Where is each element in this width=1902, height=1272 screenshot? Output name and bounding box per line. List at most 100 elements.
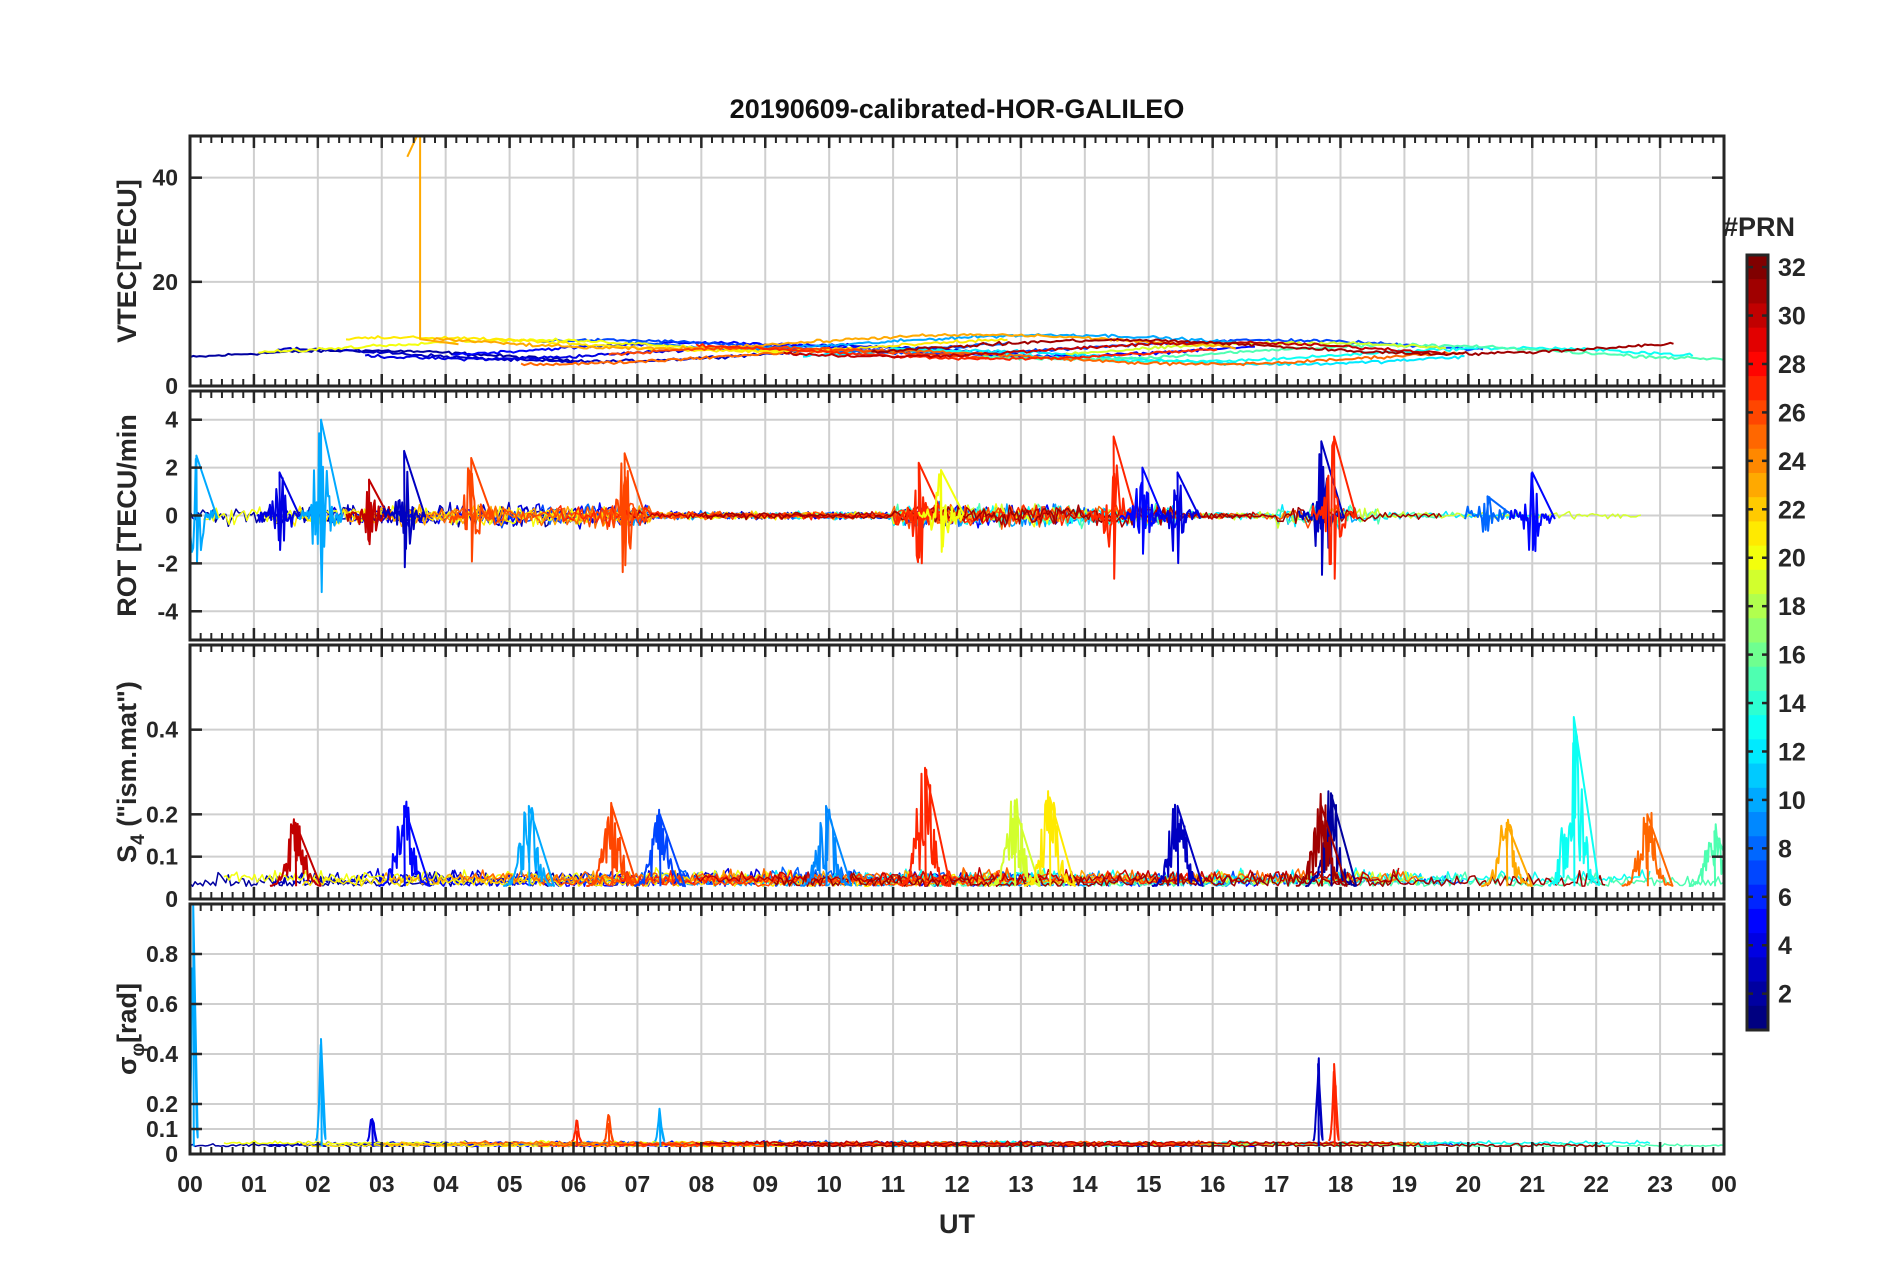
y-axis-label-s4: S4 ("ism.mat") [112, 681, 149, 863]
colorbar-swatch [1747, 521, 1768, 547]
y-axis-label-rot: ROT [TECU/min [112, 414, 142, 617]
y-tick-label-vtec: 40 [152, 165, 178, 191]
x-tick-label: 05 [497, 1171, 523, 1197]
colorbar-tick-label: 12 [1778, 738, 1806, 766]
x-tick-label: 18 [1328, 1171, 1354, 1197]
y-tick-label-vtec: 20 [152, 269, 178, 295]
panel-s4: 0 0.1 0.2 0.4S4 ("ism.mat") [112, 643, 1726, 912]
y-axis-label-main: σ [112, 1057, 142, 1075]
x-tick-label: 19 [1392, 1171, 1418, 1197]
colorbar-swatch [1747, 715, 1768, 740]
x-tick-label: 04 [433, 1171, 459, 1197]
rot-event-2 [297, 418, 344, 594]
colorbar-swatch [1747, 569, 1768, 595]
vtec-spike [406, 136, 459, 346]
y-axis-label-main: VTEC[TECU] [112, 179, 142, 343]
panel-vtec: 0 20 40 VTEC[TECU] [112, 134, 1726, 399]
colorbar-swatch [1747, 957, 1768, 983]
y-tick-label-sigphi: 0.6 [146, 991, 178, 1017]
x-tick-label: 01 [241, 1171, 267, 1197]
y-tick-label-sigphi: 0.2 [146, 1091, 178, 1117]
series-s4 [190, 716, 1724, 888]
x-tick-label: 06 [561, 1171, 587, 1197]
colorbar-tick-label: 14 [1778, 690, 1806, 718]
y-tick-label-rot: 4 [165, 407, 178, 433]
x-tick-label: 21 [1519, 1171, 1545, 1197]
sigphi-event-7 [1328, 1063, 1340, 1147]
x-tick-label: 00 [177, 1171, 203, 1197]
x-tick-label: 02 [305, 1171, 331, 1197]
x-axis-label: UT [939, 1209, 975, 1239]
rot-event-11 [1154, 471, 1201, 565]
sigphi-event-5 [653, 1107, 666, 1147]
rot-event-14 [1464, 495, 1511, 533]
colorbar-tick-label: 16 [1778, 642, 1806, 670]
x-tick-label: 11 [881, 1171, 906, 1197]
y-axis-label-subscript: 4 [128, 834, 149, 845]
y-tick-label-s4: 0 [165, 886, 178, 912]
y-tick-label-s4: 0.2 [146, 801, 178, 827]
colorbar-tick-label: 22 [1778, 496, 1806, 524]
y-tick-label-vtec: 0 [165, 373, 178, 399]
y-tick-label-sigphi: 0.4 [146, 1041, 178, 1067]
colorbar-swatch [1747, 860, 1768, 886]
colorbar-swatch [1747, 1005, 1768, 1031]
x-tick-label: 07 [625, 1171, 651, 1197]
colorbar-label: #PRN [1723, 212, 1795, 242]
colorbar-tick-label: 28 [1778, 351, 1806, 379]
s4-event-13 [1547, 716, 1600, 887]
x-tick-label: 00 [1711, 1171, 1737, 1197]
y-axis-label-sigphi: σφ[rad] [112, 983, 149, 1075]
x-tick-label: 14 [1072, 1171, 1098, 1197]
x-tick-label: 10 [816, 1171, 842, 1197]
colorbar-swatch [1747, 279, 1768, 305]
panel-sigphi: 00.10.2 0.4 0.6 0.8 σφ[rad] [112, 902, 1726, 1167]
rot-event-15 [1508, 471, 1556, 553]
grid-s4 [190, 645, 1724, 899]
series-rot [190, 418, 1642, 594]
colorbar-swatch [1747, 763, 1768, 789]
y-axis-label-vtec: VTEC[TECU] [112, 179, 142, 343]
x-tick-label: 15 [1136, 1171, 1162, 1197]
s4-event-12 [1481, 818, 1533, 888]
y-tick-label-rot: 0 [165, 503, 178, 529]
chart-title: 20190609-calibrated-HOR-GALILEO [730, 94, 1185, 124]
colorbar-tick-label: 18 [1778, 593, 1806, 621]
series-sigphi [190, 904, 1724, 1148]
colorbar-tick-label: 32 [1778, 254, 1806, 282]
y-tick-label-rot: -4 [158, 598, 179, 624]
rot-event-0 [190, 454, 219, 565]
s4-event-14 [1621, 811, 1674, 887]
y-tick-label-rot: -2 [158, 550, 178, 576]
y-axis-label-subscript: φ [128, 1043, 149, 1057]
colorbar-tick-label: 2 [1778, 981, 1792, 1009]
colorbar-tick-label: 20 [1778, 545, 1806, 573]
colorbar-swatch [1747, 618, 1768, 644]
x-tick-label: 09 [752, 1171, 778, 1197]
panel-rot: -4 -2 0 2 4 ROT [TECU/min [112, 389, 1726, 642]
y-tick-label-s4: 0.4 [146, 717, 178, 743]
colorbar-tick-label: 24 [1778, 448, 1806, 476]
colorbar-tick-label: 4 [1778, 932, 1792, 960]
colorbar-swatch [1747, 666, 1768, 692]
x-tick-label: 03 [369, 1171, 395, 1197]
colorbar-tick-label: 8 [1778, 835, 1792, 863]
x-tick-label: 20 [1456, 1171, 1482, 1197]
x-tick-label: 23 [1647, 1171, 1673, 1197]
y-tick-label-sigphi: 0.1 [146, 1116, 178, 1142]
y-axis-label-rest: ("ism.mat") [112, 681, 142, 834]
sigphi-event-6 [1312, 1057, 1324, 1147]
y-axis-label-main: ROT [TECU/min [112, 414, 142, 617]
colorbar-tick-label: 26 [1778, 399, 1806, 427]
colorbar-swatch [1747, 376, 1768, 401]
y-tick-label-s4: 0.1 [146, 844, 178, 870]
colorbar-swatch [1747, 812, 1768, 837]
x-tick-label: 12 [944, 1171, 970, 1197]
y-tick-label-rot: 2 [165, 455, 178, 481]
s4-event-6 [899, 766, 952, 887]
y-axis-label-rest: [rad] [112, 983, 142, 1043]
figure: 20190609-calibrated-HOR-GALILEO 02040VTE… [112, 94, 1806, 1239]
colorbar-tick-label: 6 [1778, 884, 1792, 912]
colorbar-swatch [1747, 472, 1768, 498]
colorbar: 2468101214161820222426283032#PRN [1723, 212, 1806, 1032]
